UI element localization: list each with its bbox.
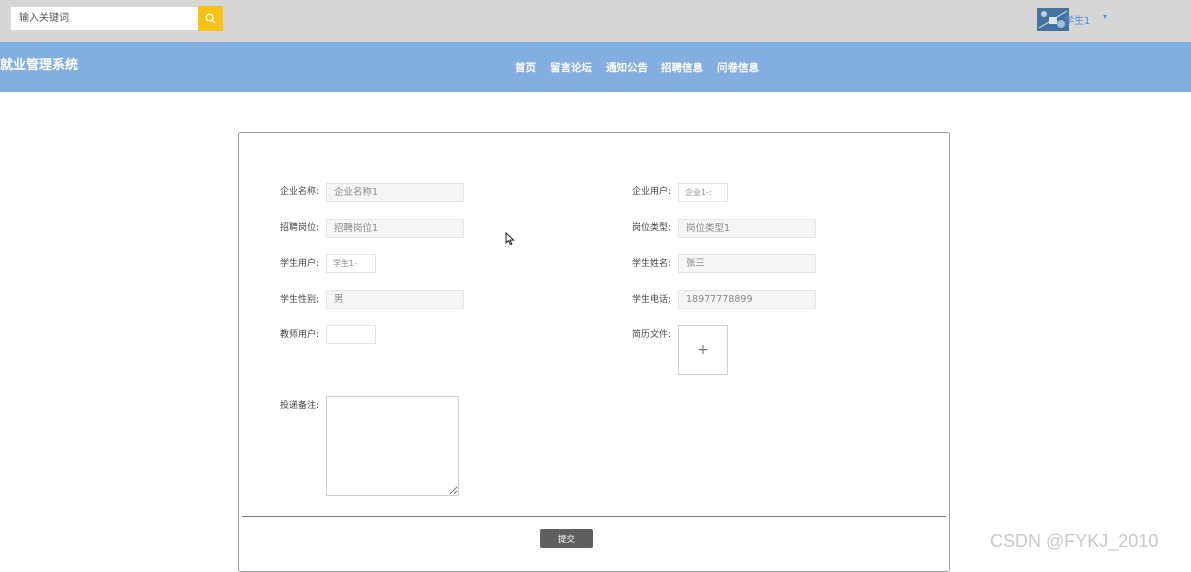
nav-item-jobs[interactable]: 招聘信息 bbox=[661, 60, 703, 75]
nav-item-home[interactable]: 首页 bbox=[515, 60, 536, 75]
student-user-label: 学生用户: bbox=[280, 259, 320, 269]
student-gender-label: 学生性别: bbox=[280, 295, 320, 305]
site-title: 就业管理系统 bbox=[0, 58, 79, 73]
position-type-field[interactable]: 岗位类型1 bbox=[678, 219, 816, 238]
nav-bar bbox=[0, 42, 1191, 92]
resume-upload-button[interactable]: + bbox=[678, 325, 728, 375]
notes-textarea[interactable] bbox=[326, 396, 459, 496]
plus-icon: + bbox=[697, 342, 709, 358]
company-user-select[interactable]: 企业1-: bbox=[678, 183, 728, 202]
watermark-text: CSDN @FYKJ_2010 bbox=[990, 531, 1159, 551]
chevron-down-icon[interactable]: ▾ bbox=[1103, 12, 1107, 21]
position-field[interactable]: 招聘岗位1 bbox=[326, 219, 464, 238]
notes-label: 投递备注: bbox=[280, 401, 320, 411]
student-phone-label: 学生电话: bbox=[632, 295, 672, 305]
company-name-label: 企业名称: bbox=[280, 187, 320, 197]
student-user-select[interactable]: 学生1- bbox=[326, 254, 376, 273]
resume-label: 简历文件: bbox=[632, 330, 672, 340]
position-label: 招聘岗位: bbox=[280, 223, 320, 233]
search-input[interactable] bbox=[11, 7, 198, 30]
teacher-user-label: 教师用户: bbox=[280, 330, 320, 340]
student-phone-field[interactable]: 18977778899 bbox=[678, 290, 816, 309]
user-name[interactable]: 学生1 bbox=[1064, 12, 1090, 27]
search-button[interactable] bbox=[198, 6, 223, 31]
form-divider bbox=[242, 516, 946, 517]
student-name-field[interactable]: 张三 bbox=[678, 254, 816, 273]
student-name-label: 学生姓名: bbox=[632, 259, 672, 269]
search-icon bbox=[205, 13, 216, 24]
nav-item-forum[interactable]: 留言论坛 bbox=[550, 60, 592, 75]
nav-item-notices[interactable]: 通知公告 bbox=[606, 60, 648, 75]
submit-button[interactable]: 提交 bbox=[540, 529, 593, 548]
teacher-user-select[interactable] bbox=[326, 325, 376, 344]
nav-item-surveys[interactable]: 问卷信息 bbox=[717, 60, 759, 75]
mouse-cursor-icon bbox=[505, 232, 515, 246]
student-gender-field[interactable]: 男 bbox=[326, 290, 464, 309]
company-name-field[interactable]: 企业名称1 bbox=[326, 183, 464, 202]
company-user-label: 企业用户: bbox=[632, 187, 672, 197]
position-type-label: 岗位类型: bbox=[632, 223, 672, 233]
